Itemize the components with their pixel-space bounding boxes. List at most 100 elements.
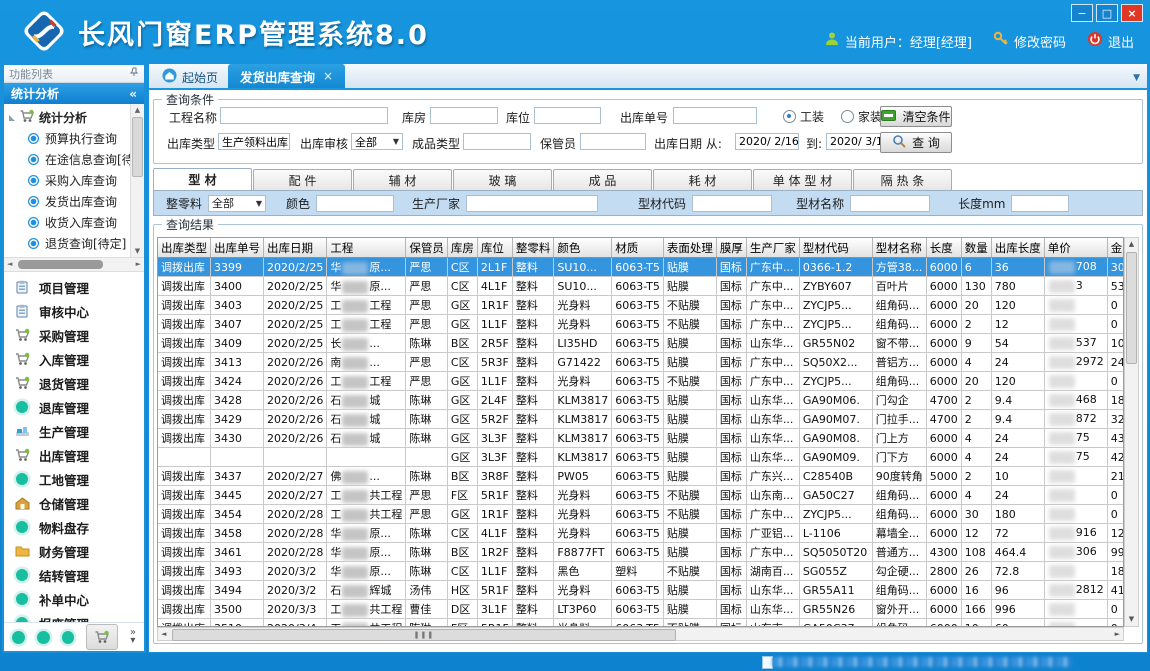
profile-code-input[interactable]	[692, 195, 772, 212]
table-row[interactable]: 调拨出库34092020/2/25长...陈琳B区2R5F整料LI35HD606…	[158, 334, 1124, 353]
project-name-input[interactable]	[220, 107, 388, 124]
radio-jiazhuang[interactable]: 家装	[841, 108, 882, 125]
tab-close-icon[interactable]: ×	[323, 69, 333, 83]
column-header[interactable]: 出库长度	[991, 238, 1044, 258]
scroll-down-icon[interactable]: ▼	[131, 245, 144, 257]
clear-conditions-button[interactable]: 清空条件	[880, 106, 952, 127]
sidebar-item-工地管理[interactable]: 工地管理	[4, 467, 144, 491]
more-modules-button[interactable]: »▾	[130, 629, 136, 645]
table-row[interactable]: 调拨出库35102020/3/4工共工程陈琳F区5R1F整料光身料6063-T5…	[158, 619, 1124, 628]
table-row[interactable]: 调拨出库34612020/2/28华原...陈琳B区1R2F整料F8877FT6…	[158, 543, 1124, 562]
tree-item[interactable]: 收货入库查询	[4, 212, 144, 233]
material-tab-2[interactable]: 配 件	[253, 169, 352, 190]
scroll-right-icon[interactable]: ►	[1115, 628, 1120, 640]
stats-group-header[interactable]: 统计分析 «	[4, 83, 144, 104]
sidebar-item-审核中心[interactable]: 审核中心	[4, 299, 144, 323]
column-header[interactable]: 整零料	[512, 238, 554, 258]
table-row[interactable]: 调拨出库34372020/2/27佛...陈琳B区3R8F整料PW056063-…	[158, 467, 1124, 486]
logout-button[interactable]: 退出	[1087, 31, 1134, 51]
sidebar-item-退货管理[interactable]: 退货管理	[4, 371, 144, 395]
scroll-thumb[interactable]: ❚❚❚	[172, 629, 676, 641]
tree-item[interactable]: 预算执行查询	[4, 128, 144, 149]
table-row[interactable]: 调拨出库34942020/3/2石辉城汤伟H区5R1F整料光身料6063-T5贴…	[158, 581, 1124, 600]
material-tab-5[interactable]: 成 品	[553, 169, 652, 190]
scroll-down-icon[interactable]: ▼	[1125, 613, 1138, 626]
column-header[interactable]: 颜色	[554, 238, 612, 258]
sidebar-item-入库管理[interactable]: 入库管理	[4, 347, 144, 371]
column-header[interactable]: 出库日期	[264, 238, 327, 258]
tree-item[interactable]: 在途信息查询[待	[4, 149, 144, 170]
product-type-input[interactable]	[463, 133, 531, 150]
table-row[interactable]: 调拨出库34032020/2/25工工程严思G区1R1F整料光身料6063-T5…	[158, 296, 1124, 315]
whole-scrap-select[interactable]: 全部▼	[208, 195, 266, 212]
sidebar-item-报废管理[interactable]: 报废管理	[4, 611, 144, 622]
material-tab-1[interactable]: 型 材	[153, 168, 252, 190]
table-row[interactable]: 调拨出库34282020/2/26石城陈琳G区2L4F整料KLM38176063…	[158, 391, 1124, 410]
column-header[interactable]: 库位	[477, 238, 512, 258]
close-button[interactable]: ×	[1121, 4, 1143, 22]
tab-home[interactable]: 起始页	[152, 66, 228, 88]
change-password-button[interactable]: 修改密码	[993, 31, 1066, 51]
color-input[interactable]	[316, 195, 394, 212]
sidebar-item-生产管理[interactable]: 生产管理	[4, 419, 144, 443]
column-header[interactable]: 出库单号	[211, 238, 264, 258]
module-dot-button[interactable]	[62, 631, 75, 644]
search-button[interactable]: 查 询	[880, 132, 952, 153]
table-row[interactable]: 调拨出库34292020/2/26石城陈琳G区5R2F整料KLM38176063…	[158, 410, 1124, 429]
profile-name-input[interactable]	[850, 195, 930, 212]
location-input[interactable]	[534, 107, 601, 124]
tree-root-node[interactable]: 统计分析	[4, 107, 144, 128]
collapse-chevron-icon[interactable]: «	[129, 87, 137, 101]
tab-shipping-query[interactable]: 发货出库查询 ×	[228, 64, 345, 88]
keeper-input[interactable]	[580, 133, 646, 150]
sidebar-item-物料盘存[interactable]: 物料盘存	[4, 515, 144, 539]
tree-expander-icon[interactable]	[9, 115, 15, 121]
sidebar-item-财务管理[interactable]: 财务管理	[4, 539, 144, 563]
sidebar-item-采购管理[interactable]: 采购管理	[4, 323, 144, 347]
scroll-up-icon[interactable]: ▲	[131, 104, 144, 116]
column-header[interactable]: 表面处理	[663, 238, 716, 258]
table-row[interactable]: 调拨出库34302020/2/26石城陈琳G区3L3F整料KLM38176063…	[158, 429, 1124, 448]
column-header[interactable]: 工程	[327, 238, 406, 258]
material-tab-8[interactable]: 隔 热 条	[853, 169, 952, 190]
column-header[interactable]: 长度	[926, 238, 961, 258]
column-header[interactable]: 单价	[1044, 238, 1107, 258]
table-row[interactable]: 调拨出库34932020/3/2华原...陈琳C区1L1F整料黑色塑料不贴膜国标…	[158, 562, 1124, 581]
column-header[interactable]: 型材代码	[799, 238, 872, 258]
tree-item[interactable]: 退货查询[待定]	[4, 233, 144, 254]
material-tab-6[interactable]: 耗 材	[653, 169, 752, 190]
maximize-button[interactable]: □	[1096, 4, 1118, 22]
table-row[interactable]: 调拨出库34542020/2/28工共工程严思G区1R1F整料光身料6063-T…	[158, 505, 1124, 524]
table-row[interactable]: 调拨出库34452020/2/27工共工程严思F区5R1F整料光身料6063-T…	[158, 486, 1124, 505]
table-row[interactable]: 调拨出库34002020/2/25华原...严思C区4L1F整料SU10...6…	[158, 277, 1124, 296]
material-tab-7[interactable]: 单 体 型 材	[753, 169, 852, 190]
table-row[interactable]: 调拨出库34582020/2/28华原...陈琳C区4L1F整料光身料6063-…	[158, 524, 1124, 543]
tab-list-caret-icon[interactable]: ▼	[1133, 73, 1140, 83]
radio-gongzhuang[interactable]: 工装	[783, 108, 824, 125]
scroll-thumb[interactable]	[132, 117, 143, 177]
column-header[interactable]: 型材名称	[872, 238, 926, 258]
column-header[interactable]: 膜厚	[716, 238, 746, 258]
module-dot-button[interactable]	[12, 631, 25, 644]
sidebar-item-项目管理[interactable]: 项目管理	[4, 275, 144, 299]
material-tab-3[interactable]: 辅 材	[353, 169, 452, 190]
manufacturer-input[interactable]	[466, 195, 598, 212]
warehouse-input[interactable]	[430, 107, 498, 124]
sidebar-item-结转管理[interactable]: 结转管理	[4, 563, 144, 587]
outbound-type-select[interactable]: 生产领料出库▼	[218, 133, 290, 150]
audit-select[interactable]: 全部▼	[351, 133, 403, 150]
material-tab-4[interactable]: 玻 璃	[453, 169, 552, 190]
tree-item[interactable]: 采购入库查询	[4, 170, 144, 191]
table-row[interactable]: 调拨出库35002020/3/3工共工程曹佳D区3L1F整料LT3P606063…	[158, 600, 1124, 619]
date-from-picker[interactable]: 2020/ 2/16▼	[735, 133, 799, 150]
table-row[interactable]: 调拨出库34132020/2/26南...严思C区5R3F整料G71422606…	[158, 353, 1124, 372]
scroll-left-icon[interactable]: ◄	[7, 258, 12, 271]
length-input[interactable]	[1011, 195, 1069, 212]
tree-item[interactable]: 发货出库查询	[4, 191, 144, 212]
pin-icon[interactable]	[129, 67, 139, 80]
sidebar-item-仓储管理[interactable]: 仓储管理	[4, 491, 144, 515]
table-vertical-scrollbar[interactable]: ▲ ▼	[1124, 237, 1139, 627]
table-row[interactable]: 调拨出库34242020/2/26工工程严思G区1L1F整料光身料6063-T5…	[158, 372, 1124, 391]
sidebar-item-补单中心[interactable]: 补单中心	[4, 587, 144, 611]
scroll-up-icon[interactable]: ▲	[1125, 238, 1138, 251]
